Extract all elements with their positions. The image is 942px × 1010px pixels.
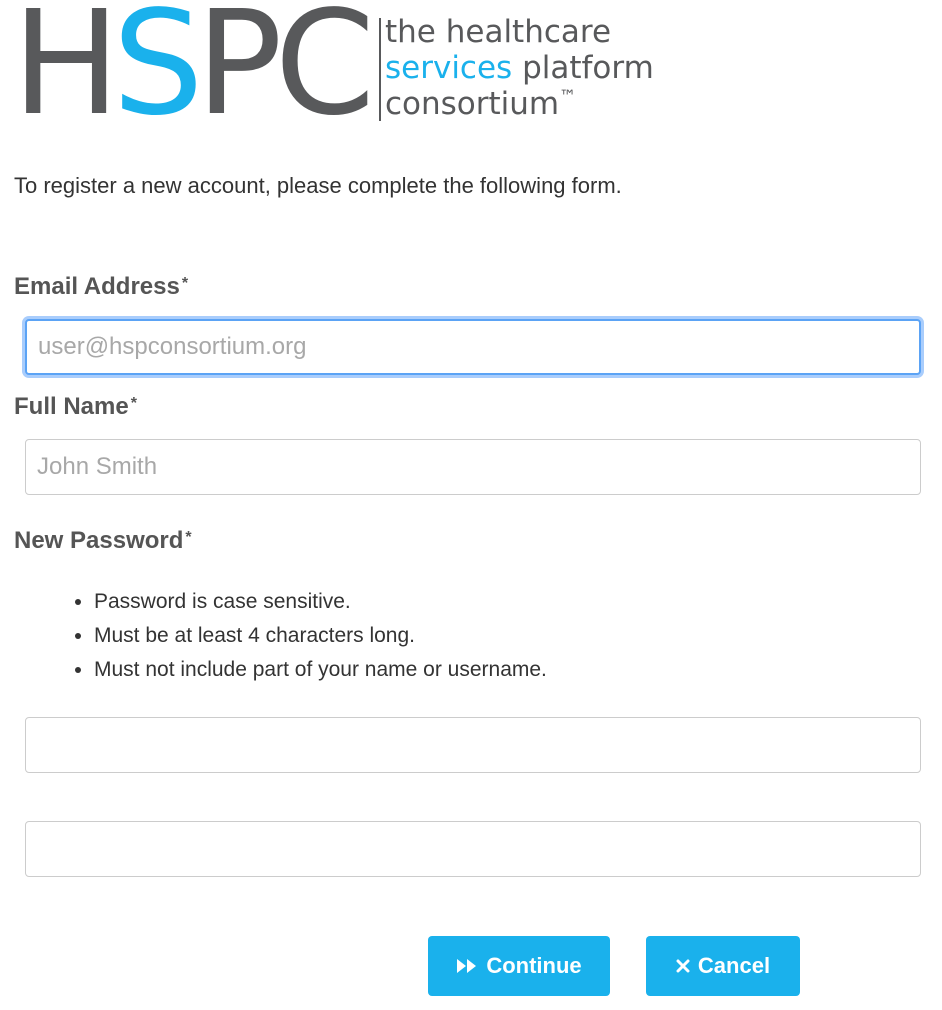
tagline-accent-word: services [385,50,513,86]
password-required-mark: * [185,529,192,546]
new-password-field[interactable] [25,717,921,773]
tagline-line-3-text: consortium [385,86,560,122]
logo-divider [379,18,381,121]
password-rule: Must not include part of your name or us… [94,653,547,687]
logo-letter-h: H [12,0,120,147]
email-field[interactable] [25,319,921,375]
continue-button[interactable]: Continue [428,936,610,996]
logo-wordmark: HSPC [12,0,375,138]
logo-tagline: the healthcare services platform consort… [385,14,654,122]
confirm-password-field[interactable] [25,821,921,877]
full-name-required-mark: * [130,395,137,412]
cancel-button-label: Cancel [697,953,771,978]
tagline-line-2: services platform [385,50,654,86]
password-rule: Must be at least 4 characters long. [94,619,547,653]
tagline-line-2-rest: platform [522,50,654,86]
trademark-symbol: ™ [559,87,577,107]
cancel-button[interactable]: Cancel [646,936,800,996]
close-icon [676,959,690,973]
logo-letter-c: C [274,0,376,147]
email-label: Email Address * [14,273,188,301]
tagline-line-3: consortium™ [385,86,654,122]
full-name-field[interactable] [25,439,921,495]
new-password-label-text: New Password [14,527,184,554]
password-rule: Password is case sensitive. [94,585,547,619]
password-rules-list: Password is case sensitive. Must be at l… [57,585,547,687]
full-name-label-text: Full Name [14,393,129,420]
email-required-mark: * [181,275,189,292]
logo-letter-p: P [195,0,283,147]
fast-forward-icon [456,958,478,974]
continue-button-label: Continue [486,953,582,978]
email-label-text: Email Address [14,273,180,300]
hspc-logo: HSPC the healthcare services platform co… [12,0,712,140]
intro-text: To register a new account, please comple… [14,173,622,198]
new-password-label: New Password * [14,527,192,555]
full-name-label: Full Name * [14,393,137,421]
tagline-line-1: the healthcare [385,14,612,50]
logo-letter-s: S [112,0,203,147]
